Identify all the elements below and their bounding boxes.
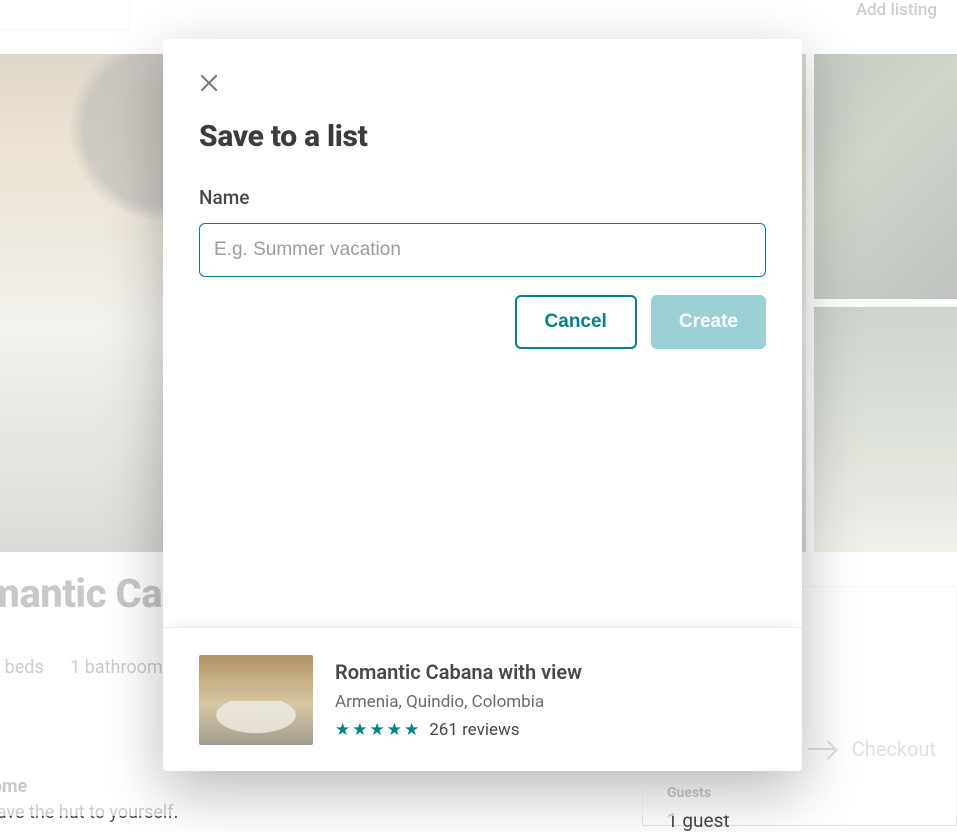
save-to-list-modal: Save to a list Name Cancel Create Romant…: [163, 39, 802, 771]
footer-reviews: ★★★★★ 261 reviews: [335, 720, 582, 740]
footer-listing-location: Armenia, Quindio, Colombia: [335, 692, 582, 712]
list-name-input[interactable]: [199, 223, 766, 277]
reviews-count: 261 reviews: [429, 720, 519, 740]
footer-listing-title: Romantic Cabana with view: [335, 660, 582, 684]
modal-title: Save to a list: [199, 119, 766, 154]
star-icon: ★★★★★: [335, 720, 421, 740]
close-icon[interactable]: [199, 73, 219, 93]
modal-footer: Romantic Cabana with view Armenia, Quind…: [163, 627, 802, 771]
name-field-label: Name: [199, 186, 766, 209]
create-button[interactable]: Create: [651, 295, 766, 349]
listing-thumbnail: [199, 655, 313, 745]
cancel-button[interactable]: Cancel: [515, 295, 637, 349]
